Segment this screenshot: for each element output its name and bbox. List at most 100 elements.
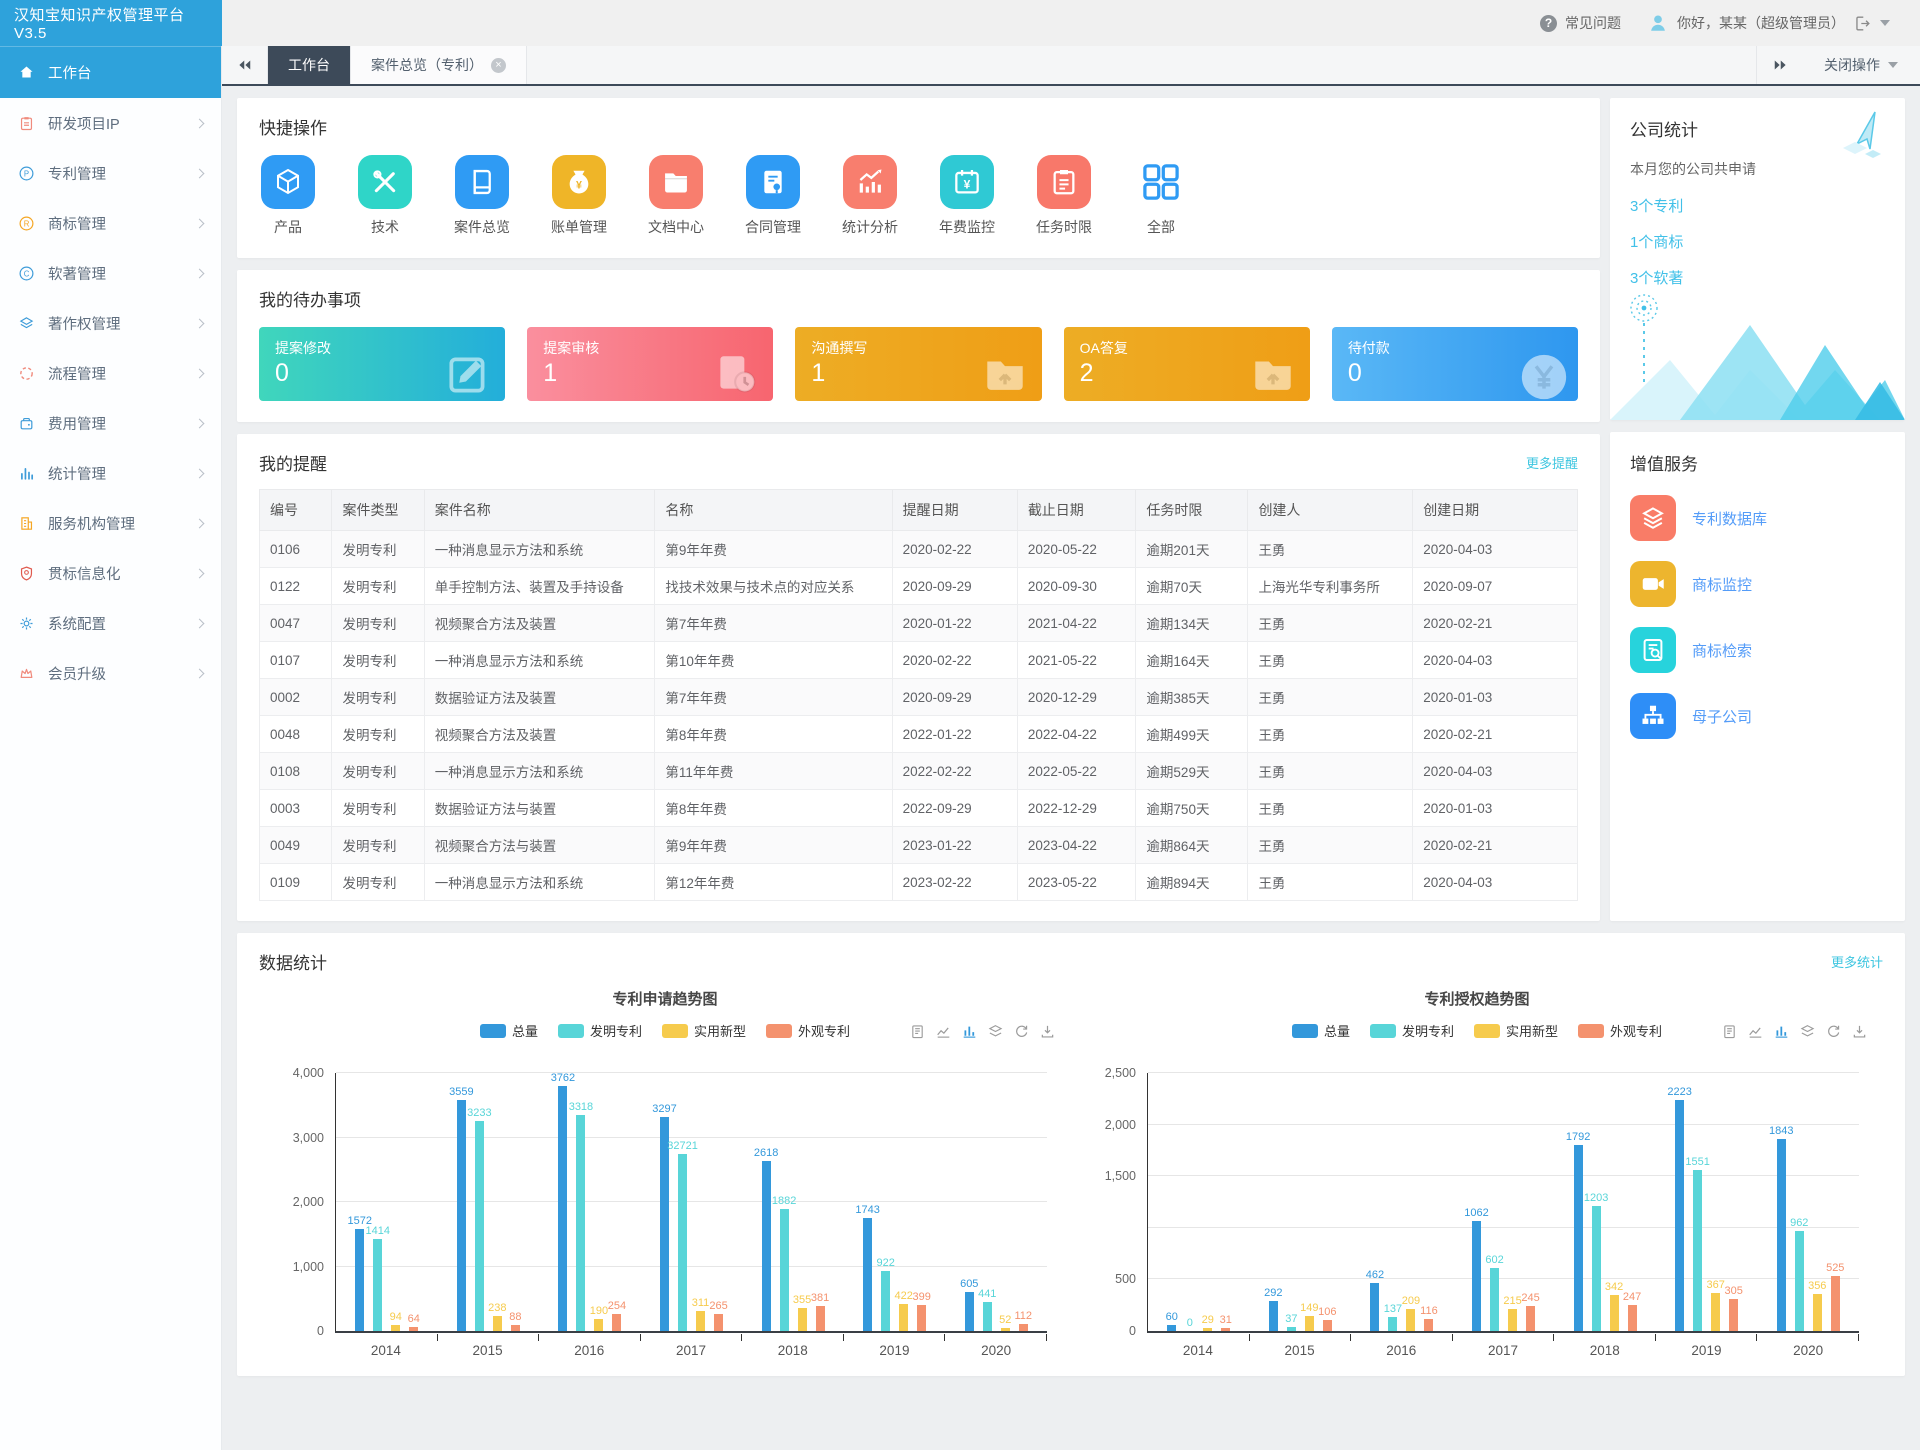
bar[interactable]: 1843 bbox=[1777, 1139, 1786, 1331]
quick-op-docs[interactable]: 文档中心 bbox=[647, 155, 705, 237]
bar[interactable]: 116 bbox=[1424, 1319, 1433, 1331]
sidebar-item-standard[interactable]: 贯标信息化 bbox=[0, 548, 221, 598]
table-row[interactable]: 0106发明专利一种消息显示方法和系统第9年年费2020-02-222020-0… bbox=[260, 531, 1578, 568]
bar[interactable]: 441 bbox=[983, 1302, 992, 1331]
bar[interactable]: 52 bbox=[1001, 1328, 1010, 1331]
todo-card-oa-reply[interactable]: OA答复2 bbox=[1064, 327, 1310, 401]
data-view-icon[interactable] bbox=[910, 1024, 925, 1039]
service-subsidiaries[interactable]: 母子公司 bbox=[1630, 693, 1885, 739]
quick-op-annuity[interactable]: ¥年费监控 bbox=[938, 155, 996, 237]
download-icon[interactable] bbox=[1040, 1024, 1055, 1039]
bar[interactable]: 2618 bbox=[762, 1161, 771, 1331]
service-patent-db[interactable]: 专利数据库 bbox=[1630, 495, 1885, 541]
restore-icon[interactable] bbox=[1826, 1024, 1841, 1039]
quick-op-task-limit[interactable]: 任务时限 bbox=[1035, 155, 1093, 237]
bar[interactable]: 238 bbox=[493, 1316, 502, 1331]
bar[interactable]: 31 bbox=[1221, 1328, 1230, 1331]
bar[interactable]: 254 bbox=[612, 1314, 621, 1331]
todo-card-communicate-write[interactable]: 沟通撰写1 bbox=[795, 327, 1041, 401]
bar[interactable]: 32721 bbox=[678, 1154, 687, 1331]
todo-card-proposal-edit[interactable]: 提案修改0 bbox=[259, 327, 505, 401]
quick-op-product[interactable]: 产品 bbox=[259, 155, 317, 237]
bar[interactable]: 1414 bbox=[373, 1239, 382, 1331]
bar[interactable]: 215 bbox=[1508, 1309, 1517, 1331]
user-menu[interactable]: 你好，某某（超级管理员） bbox=[1647, 12, 1890, 34]
legend-item[interactable]: 发明专利 bbox=[1370, 1021, 1454, 1040]
bar[interactable]: 245 bbox=[1526, 1306, 1535, 1331]
table-row[interactable]: 0002发明专利数据验证方法及装置第7年年费2020-09-292020-12-… bbox=[260, 679, 1578, 716]
bar[interactable]: 106 bbox=[1323, 1320, 1332, 1331]
sidebar-item-workbench[interactable]: 工作台 bbox=[0, 46, 221, 98]
legend-item[interactable]: 实用新型 bbox=[1474, 1021, 1558, 1040]
table-row[interactable]: 0047发明专利视频聚合方法及装置第7年年费2020-01-222021-04-… bbox=[260, 605, 1578, 642]
bar[interactable]: 962 bbox=[1795, 1231, 1804, 1331]
table-row[interactable]: 0049发明专利视频聚合方法与装置第9年年费2023-01-222023-04-… bbox=[260, 827, 1578, 864]
legend-item[interactable]: 发明专利 bbox=[558, 1021, 642, 1040]
bar[interactable]: 112 bbox=[1019, 1324, 1028, 1331]
quick-op-billing[interactable]: ¥账单管理 bbox=[550, 155, 608, 237]
stack-icon[interactable] bbox=[1800, 1024, 1815, 1039]
table-row[interactable]: 0003发明专利数据验证方法与装置第8年年费2022-09-292022-12-… bbox=[260, 790, 1578, 827]
legend-item[interactable]: 外观专利 bbox=[766, 1021, 850, 1040]
legend-item[interactable]: 总量 bbox=[1292, 1021, 1350, 1040]
bar[interactable]: 355 bbox=[798, 1308, 807, 1331]
tab-close-icon[interactable]: × bbox=[491, 58, 506, 73]
line-chart-icon[interactable] bbox=[936, 1024, 951, 1039]
bar-chart-icon[interactable] bbox=[962, 1024, 977, 1039]
legend-item[interactable]: 总量 bbox=[480, 1021, 538, 1040]
logout-icon[interactable] bbox=[1853, 14, 1872, 33]
bar[interactable]: 1551 bbox=[1693, 1170, 1702, 1331]
bar[interactable]: 381 bbox=[816, 1306, 825, 1331]
more-reminders-link[interactable]: 更多提醒 bbox=[1526, 453, 1578, 472]
sidebar-item-process[interactable]: 流程管理 bbox=[0, 348, 221, 398]
bar[interactable]: 1203 bbox=[1592, 1206, 1601, 1331]
data-view-icon[interactable] bbox=[1722, 1024, 1737, 1039]
quick-op-stat-analysis[interactable]: 统计分析 bbox=[841, 155, 899, 237]
bar[interactable]: 64 bbox=[409, 1327, 418, 1331]
sidebar-item-config[interactable]: 系统配置 bbox=[0, 598, 221, 648]
bar[interactable]: 525 bbox=[1831, 1276, 1840, 1331]
tab-workbench[interactable]: 工作台 bbox=[268, 46, 351, 84]
faq-link[interactable]: ? 常见问题 bbox=[1540, 13, 1621, 33]
bar[interactable]: 305 bbox=[1729, 1299, 1738, 1331]
quick-op-all[interactable]: 全部 bbox=[1132, 155, 1190, 237]
todo-card-pending-payment[interactable]: 待付款0 bbox=[1332, 327, 1578, 401]
bar-chart-icon[interactable] bbox=[1774, 1024, 1789, 1039]
bar[interactable]: 367 bbox=[1711, 1293, 1720, 1331]
bar[interactable]: 1882 bbox=[780, 1209, 789, 1331]
bar[interactable]: 292 bbox=[1269, 1301, 1278, 1331]
tabs-scroll-right-icon[interactable] bbox=[1756, 46, 1802, 84]
table-row[interactable]: 0048发明专利视频聚合方法及装置第8年年费2022-01-222022-04-… bbox=[260, 716, 1578, 753]
bar[interactable]: 94 bbox=[391, 1325, 400, 1331]
sidebar-item-fee[interactable]: 费用管理 bbox=[0, 398, 221, 448]
bar[interactable]: 311 bbox=[696, 1311, 705, 1331]
bar[interactable]: 1062 bbox=[1472, 1221, 1481, 1331]
table-row[interactable]: 0109发明专利一种消息显示方法和系统第12年年费2023-02-222023-… bbox=[260, 864, 1578, 901]
quick-op-contract[interactable]: 合同管理 bbox=[744, 155, 802, 237]
company-stat-link-2[interactable]: 3个软著 bbox=[1630, 267, 1885, 288]
bar[interactable]: 3762 bbox=[558, 1086, 567, 1331]
sidebar-item-agency[interactable]: 服务机构管理 bbox=[0, 498, 221, 548]
service-tm-search[interactable]: 商标检索 bbox=[1630, 627, 1885, 673]
bar[interactable]: 190 bbox=[594, 1319, 603, 1331]
bar[interactable]: 399 bbox=[917, 1305, 926, 1331]
bar[interactable]: 3559 bbox=[457, 1100, 466, 1331]
sidebar-item-statistics[interactable]: 统计管理 bbox=[0, 448, 221, 498]
todo-card-proposal-review[interactable]: 提案审核1 bbox=[527, 327, 773, 401]
quick-op-tech[interactable]: 技术 bbox=[356, 155, 414, 237]
sidebar-item-software[interactable]: C软著管理 bbox=[0, 248, 221, 298]
legend-item[interactable]: 实用新型 bbox=[662, 1021, 746, 1040]
bar[interactable]: 265 bbox=[714, 1314, 723, 1331]
bar[interactable]: 37 bbox=[1287, 1327, 1296, 1331]
bar[interactable]: 3233 bbox=[475, 1121, 484, 1331]
sidebar-item-rd-project-ip[interactable]: 研发项目IP bbox=[0, 98, 221, 148]
table-row[interactable]: 0107发明专利一种消息显示方法和系统第10年年费2020-02-222021-… bbox=[260, 642, 1578, 679]
tab-case-overview[interactable]: 案件总览（专利） × bbox=[351, 46, 527, 84]
bar[interactable]: 342 bbox=[1610, 1295, 1619, 1331]
table-row[interactable]: 0108发明专利一种消息显示方法和系统第11年年费2022-02-222022-… bbox=[260, 753, 1578, 790]
bar[interactable]: 1572 bbox=[355, 1229, 364, 1331]
bar[interactable]: 29 bbox=[1203, 1328, 1212, 1331]
bar[interactable]: 149 bbox=[1305, 1316, 1314, 1331]
bar[interactable]: 60 bbox=[1167, 1325, 1176, 1331]
sidebar-item-patent[interactable]: P专利管理 bbox=[0, 148, 221, 198]
